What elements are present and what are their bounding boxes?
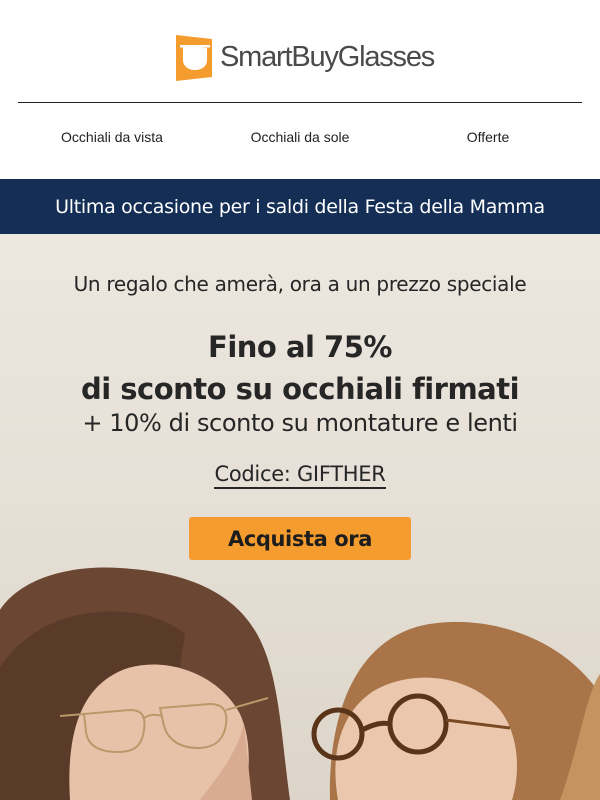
brand-logo-link[interactable]: SmartBuyGlasses [174, 32, 435, 82]
logo-wordmark: SmartBuyGlasses [220, 40, 435, 73]
promo-banner[interactable]: Ultima occasione per i saldi della Festa… [0, 179, 600, 234]
nav-link-prescription-glasses[interactable]: Occhiali da vista [61, 129, 163, 145]
hero-headline: Fino al 75% di sconto su occhiali firmat… [0, 326, 600, 410]
email-header: SmartBuyGlasses [0, 0, 600, 103]
hero-photo-two-women-in-glasses[interactable] [0, 564, 600, 800]
glasses-logo-icon [176, 35, 212, 81]
shop-now-button[interactable]: Acquista ora [189, 517, 411, 560]
hero-subtitle: Un regalo che amerà, ora a un prezzo spe… [73, 272, 527, 296]
nav-link-offers[interactable]: Offerte [467, 129, 510, 145]
hero-section: Un regalo che amerà, ora a un prezzo spe… [0, 234, 600, 800]
promo-code-text: Codice: GIFTHER [214, 462, 386, 489]
nav-link-sunglasses[interactable]: Occhiali da sole [251, 129, 350, 145]
extra-discount-text: + 10% di sconto su montature e lenti [82, 409, 518, 437]
main-navigation: Occhiali da vista Occhiali da sole Offer… [0, 103, 600, 179]
headline-line-2: di sconto su occhiali firmati [80, 372, 520, 406]
headline-line-1: Fino al 75% [208, 330, 392, 364]
promo-banner-text: Ultima occasione per i saldi della Festa… [55, 195, 545, 218]
promo-code: Codice: GIFTHER [0, 462, 600, 489]
